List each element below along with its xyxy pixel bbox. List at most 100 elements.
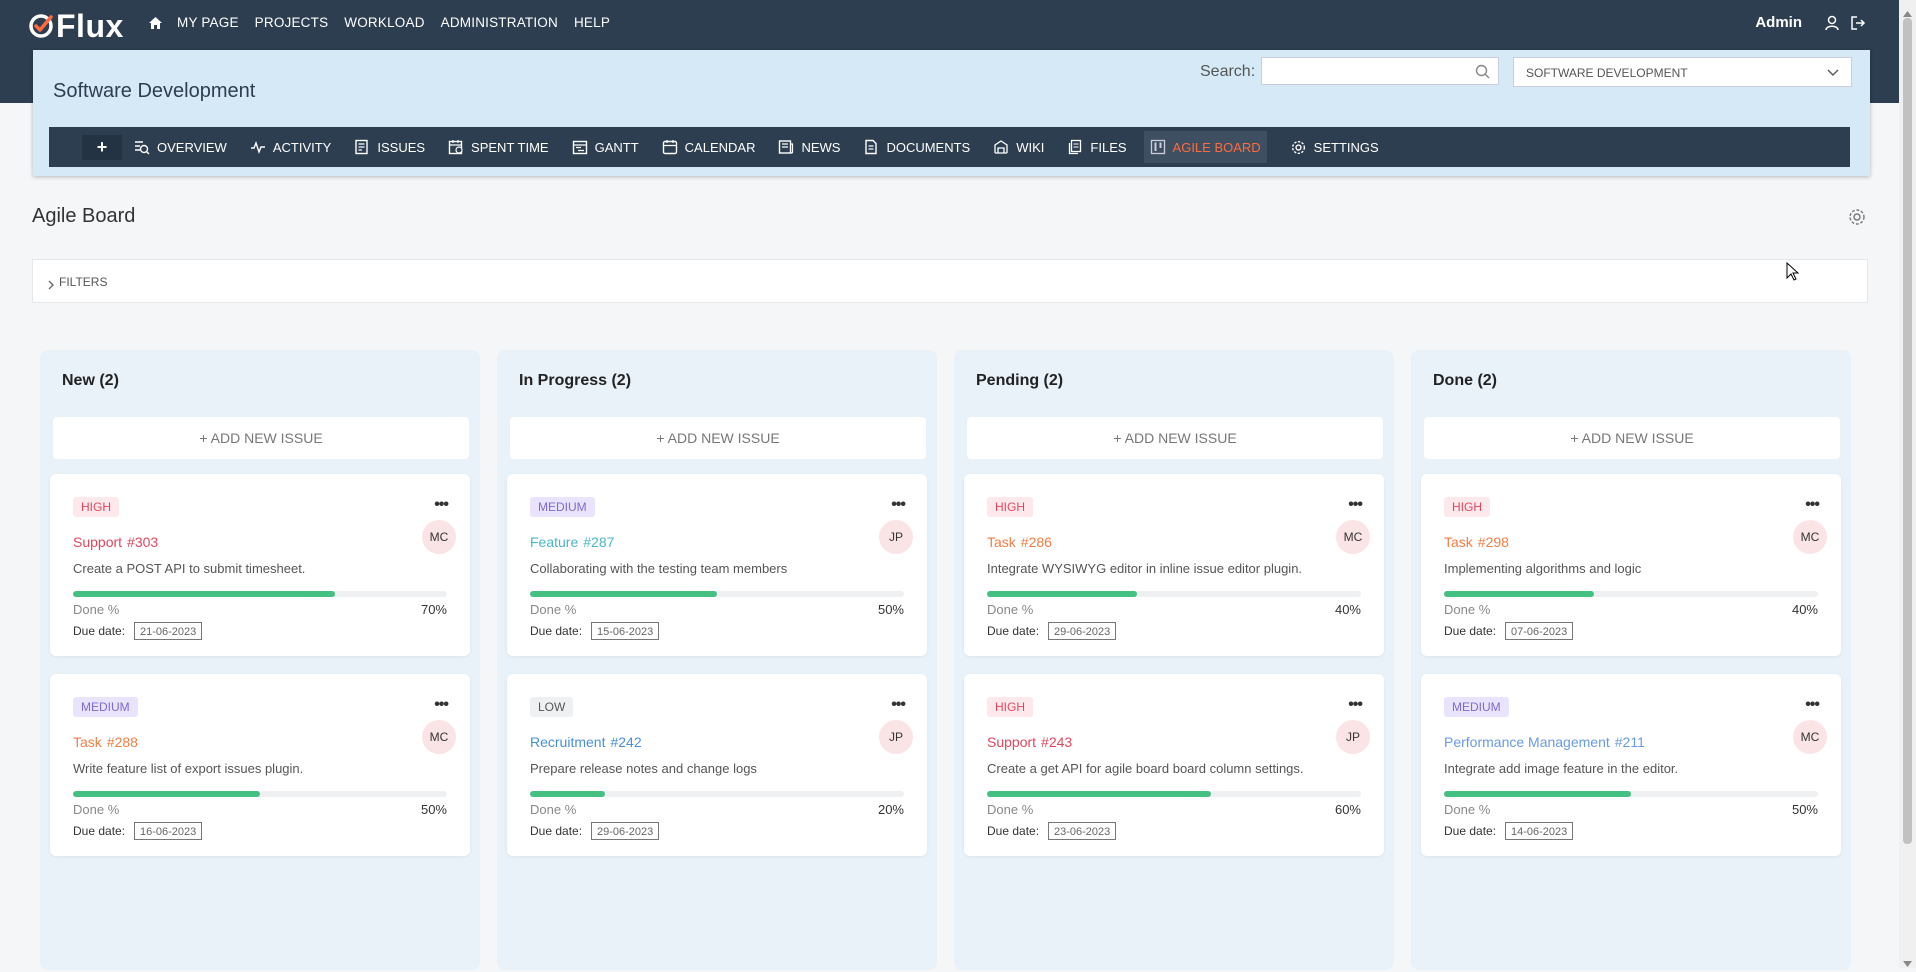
activity-icon <box>250 139 266 155</box>
tab-settings[interactable]: SETTINGS <box>1290 131 1379 163</box>
add-new-issue-button[interactable]: + ADD NEW ISSUE <box>967 417 1383 459</box>
card-menu-icon[interactable]: ••• <box>1805 696 1820 714</box>
tab-label: ACTIVITY <box>272 139 332 155</box>
due-label: Due date: <box>530 624 583 638</box>
card-menu-icon[interactable]: ••• <box>434 496 449 514</box>
issue-link[interactable]: Recruitment #242 <box>530 734 642 750</box>
issue-link[interactable]: Performance Management #211 <box>1444 734 1645 750</box>
avatar[interactable]: MC <box>422 720 456 754</box>
card-menu-icon[interactable]: ••• <box>434 696 449 714</box>
new-item-button[interactable]: + <box>82 134 122 160</box>
issue-link[interactable]: Task #288 <box>73 734 138 750</box>
avatar[interactable]: JP <box>879 520 913 554</box>
avatar[interactable]: MC <box>1793 720 1827 754</box>
issue-card[interactable]: HIGH ••• MC Task #298 Implementing algori… <box>1421 474 1841 656</box>
issue-card[interactable]: MEDIUM ••• JP Feature #287 Collaborating … <box>507 474 927 656</box>
card-menu-icon[interactable]: ••• <box>1805 496 1820 514</box>
issue-link[interactable]: Feature #287 <box>530 534 614 550</box>
tab-documents[interactable]: DOCUMENTS <box>863 131 970 163</box>
news-icon <box>778 139 794 155</box>
tab-overview[interactable]: OVERVIEW <box>134 131 227 163</box>
progress-bar <box>73 591 447 597</box>
done-label: Done % <box>987 602 1034 617</box>
done-label: Done % <box>987 802 1034 817</box>
add-new-issue-button[interactable]: + ADD NEW ISSUE <box>1424 417 1840 459</box>
tab-label: AGILE BOARD <box>1172 139 1261 155</box>
tab-spent-time[interactable]: SPENT TIME <box>448 131 549 163</box>
avatar[interactable]: MC <box>1336 520 1370 554</box>
tab-files[interactable]: FILES <box>1067 131 1127 163</box>
scrollbar-thumb[interactable] <box>1903 18 1912 844</box>
due-label: Due date: <box>1444 824 1497 838</box>
tab-label: NEWS <box>801 139 841 155</box>
due-label: Due date: <box>987 624 1040 638</box>
tab-agile-board[interactable]: AGILE BOARD <box>1143 131 1267 163</box>
tab-wiki[interactable]: WIKI <box>993 131 1044 163</box>
column-title: In Progress (2) <box>519 372 632 389</box>
vertical-scrollbar[interactable] <box>1899 0 1916 968</box>
add-new-issue-button[interactable]: + ADD NEW ISSUE <box>510 417 926 459</box>
tab-label: CALENDAR <box>684 139 756 155</box>
tab-activity[interactable]: ACTIVITY <box>250 131 332 163</box>
user-icon[interactable] <box>1824 15 1840 31</box>
project-select[interactable]: SOFTWARE DEVELOPMENT <box>1513 57 1852 87</box>
add-new-issue-button[interactable]: + ADD NEW ISSUE <box>53 417 469 459</box>
issue-link[interactable]: Task #286 <box>987 534 1052 550</box>
issue-card[interactable]: LOW ••• JP Recruitment #242 Prepare relea… <box>507 674 927 856</box>
progress-bar <box>73 791 447 797</box>
chevron-down-icon <box>1827 66 1839 81</box>
issue-card[interactable]: HIGH ••• MC Support #303 Create a POST AP… <box>50 474 470 656</box>
column-title: Done (2) <box>1433 372 1497 389</box>
project-select-value: SOFTWARE DEVELOPMENT <box>1526 66 1688 80</box>
issue-link[interactable]: Support #303 <box>73 534 158 550</box>
avatar[interactable]: MC <box>1793 520 1827 554</box>
tab-news[interactable]: NEWS <box>778 131 840 163</box>
progress-fill <box>73 591 335 597</box>
nav-administration[interactable]: ADMINISTRATION <box>441 15 558 30</box>
due-date: 07-06-2023 <box>1505 622 1574 640</box>
logo-text: Flux <box>56 7 124 44</box>
progress-fill <box>1444 791 1631 797</box>
tab-calendar[interactable]: CALENDAR <box>662 131 756 163</box>
avatar[interactable]: JP <box>1336 720 1370 754</box>
issue-tracker: Performance Management <box>1444 734 1610 750</box>
progress-bar <box>530 791 904 797</box>
progress-bar <box>1444 791 1818 797</box>
app-logo[interactable]: Flux <box>28 8 124 44</box>
card-menu-icon[interactable]: ••• <box>1348 496 1363 514</box>
issues-icon <box>354 139 370 155</box>
home-icon[interactable] <box>148 16 163 30</box>
issue-tracker: Feature <box>530 534 579 550</box>
due-label: Due date: <box>1444 624 1497 638</box>
tab-issues[interactable]: ISSUES <box>354 131 425 163</box>
search-input[interactable] <box>1261 57 1499 85</box>
nav-workload[interactable]: WORKLOAD <box>344 15 424 30</box>
search-icon[interactable] <box>1475 64 1490 84</box>
user-name[interactable]: Admin <box>1755 14 1802 31</box>
issue-subject: Create a POST API to submit timesheet. <box>73 561 306 576</box>
issue-card[interactable]: MEDIUM ••• MC Performance Management #211… <box>1421 674 1841 856</box>
issue-card[interactable]: HIGH ••• JP Support #243 Create a get API… <box>964 674 1384 856</box>
avatar[interactable]: JP <box>879 720 913 754</box>
issue-link[interactable]: Support #243 <box>987 734 1072 750</box>
tab-gantt[interactable]: GANTT <box>572 131 639 163</box>
card-menu-icon[interactable]: ••• <box>1348 696 1363 714</box>
issue-card[interactable]: MEDIUM ••• MC Task #288 Write feature lis… <box>50 674 470 856</box>
avatar[interactable]: MC <box>422 520 456 554</box>
issue-link[interactable]: Task #298 <box>1444 534 1509 550</box>
done-value: 60% <box>1334 802 1361 817</box>
nav-help[interactable]: HELP <box>574 15 610 30</box>
card-menu-icon[interactable]: ••• <box>891 496 906 514</box>
project-title: Software Development <box>53 80 256 102</box>
card-menu-icon[interactable]: ••• <box>891 696 906 714</box>
nav-projects[interactable]: PROJECTS <box>255 15 329 30</box>
scroll-down-icon[interactable] <box>1903 954 1912 972</box>
board-settings-gear-icon[interactable] <box>1847 207 1867 232</box>
issue-number: #303 <box>127 534 159 550</box>
logout-icon[interactable] <box>1850 15 1866 31</box>
issue-card[interactable]: HIGH ••• MC Task #286 Integrate WYSIWYG e… <box>964 474 1384 656</box>
nav-my-page[interactable]: MY PAGE <box>177 15 239 30</box>
tab-label: GANTT <box>594 139 639 155</box>
due-label: Due date: <box>73 624 126 638</box>
filters-toggle[interactable]: FILTERS <box>32 259 1868 303</box>
